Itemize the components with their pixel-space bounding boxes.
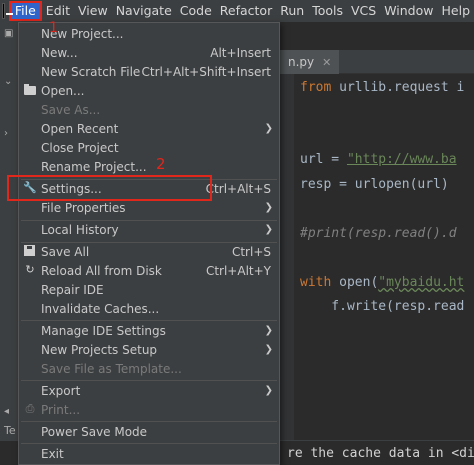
editor-tab-label: n.py bbox=[288, 55, 315, 69]
code-text: open( bbox=[331, 275, 379, 290]
editor-gutter bbox=[280, 74, 294, 440]
console-text: re the cache data in <di bbox=[287, 446, 474, 461]
menu-tools[interactable]: Tools bbox=[308, 1, 347, 21]
menu-item-local-history[interactable]: Local History ❯ bbox=[19, 220, 279, 240]
menu-file[interactable]: File bbox=[8, 1, 42, 21]
menu-run[interactable]: Run bbox=[276, 1, 308, 21]
code-line: from urllib.request i bbox=[300, 80, 464, 95]
menu-item-reload-all[interactable]: ↻ Reload All from Disk Ctrl+Alt+Y bbox=[19, 261, 279, 281]
folder-icon bbox=[23, 83, 37, 97]
menu-item-save-all[interactable]: Save All Ctrl+S bbox=[19, 242, 279, 262]
step-2-annotation: 2 bbox=[156, 155, 166, 173]
keyword: with bbox=[300, 275, 332, 290]
menu-item-save-file-as-template: Save File as Template... bbox=[41, 362, 182, 376]
settings-highlight-box bbox=[7, 175, 212, 201]
menu-item-open[interactable]: Open... bbox=[19, 81, 279, 101]
menu-item-close-project[interactable]: Close Project bbox=[19, 138, 279, 158]
menu-item-new-project[interactable]: New Project... bbox=[19, 24, 279, 44]
menu-edit[interactable]: Edit bbox=[42, 1, 74, 21]
comment: #print(resp.read().d bbox=[300, 226, 457, 241]
chevron-right-icon: ❯ bbox=[264, 123, 273, 134]
menu-item-export[interactable]: Export ❯ bbox=[19, 381, 279, 401]
menu-item-new-scratch-file[interactable]: New Scratch File Ctrl+Alt+Shift+Insert bbox=[19, 62, 279, 82]
chevron-right-icon: ❯ bbox=[264, 224, 273, 235]
keyword: from bbox=[300, 80, 332, 95]
menu-item-manage-ide-settings[interactable]: Manage IDE Settings ❯ bbox=[19, 321, 279, 341]
code-line: f.write(resp.read bbox=[300, 299, 464, 314]
menu-navigate[interactable]: Navigate bbox=[112, 1, 176, 21]
chevron-right-icon: ❯ bbox=[264, 202, 273, 213]
left-tool-strip: ▣ ⌄ › ◂ bbox=[0, 22, 18, 465]
menu-item-new[interactable]: New... Alt+Insert bbox=[19, 43, 279, 63]
editor-tab-strip: n.py ✕ bbox=[280, 50, 474, 74]
menu-view[interactable]: View bbox=[74, 1, 112, 21]
reload-icon: ↻ bbox=[25, 263, 35, 276]
menu-item-power-save-mode[interactable]: Power Save Mode bbox=[19, 422, 279, 442]
code-text: url = bbox=[300, 152, 347, 167]
code-line: resp = urlopen(url) bbox=[300, 177, 449, 192]
menu-item-file-properties[interactable]: File Properties ❯ bbox=[19, 198, 279, 218]
tool-window-label[interactable]: Te bbox=[4, 424, 16, 437]
chevron-right-icon: ❯ bbox=[264, 344, 273, 355]
scroll-left-icon[interactable]: ◂ bbox=[4, 406, 9, 417]
menu-item-print: ⎙ Print... bbox=[19, 400, 279, 420]
menu-refactor[interactable]: Refactor bbox=[216, 1, 276, 21]
project-icon[interactable]: ▣ bbox=[4, 28, 13, 39]
step-1-annotation: 1 bbox=[49, 20, 58, 36]
string-literal: "http://www.ba bbox=[346, 152, 457, 167]
code-line: with open("mybaidu.ht bbox=[300, 275, 464, 290]
menu-item-repair-ide[interactable]: Repair IDE bbox=[19, 280, 279, 300]
string-literal: "mybaidu.ht bbox=[378, 275, 465, 290]
chevron-right-icon: ❯ bbox=[264, 385, 273, 396]
menu-item-new-projects-setup[interactable]: New Projects Setup ❯ bbox=[19, 340, 279, 360]
code-text: resp = urlopen(url) bbox=[300, 177, 449, 192]
code-line: #print(resp.read().d bbox=[300, 226, 457, 241]
menu-item-invalidate-caches[interactable]: Invalidate Caches... bbox=[19, 299, 279, 319]
editor-tab[interactable]: n.py ✕ bbox=[280, 50, 340, 74]
chevron-right-icon: ❯ bbox=[264, 325, 273, 336]
app-logo-icon bbox=[2, 3, 13, 19]
menu-item-rename-project[interactable]: Rename Project... bbox=[19, 157, 279, 177]
menu-item-open-recent[interactable]: Open Recent ❯ bbox=[19, 119, 279, 139]
menu-bar: File Edit View Navigate Code Refactor Ru… bbox=[0, 0, 474, 22]
close-icon[interactable]: ✕ bbox=[322, 56, 331, 69]
menu-vcs[interactable]: VCS bbox=[347, 1, 380, 21]
printer-icon: ⎙ bbox=[25, 402, 35, 415]
menu-code[interactable]: Code bbox=[176, 1, 216, 21]
menu-window[interactable]: Window bbox=[380, 1, 437, 21]
chevron-right-icon[interactable]: › bbox=[4, 128, 8, 139]
code-line: url = "http://www.ba bbox=[300, 152, 457, 167]
file-menu-dropdown: New Project... New... Alt+Insert New Scra… bbox=[18, 22, 280, 465]
save-disk-icon bbox=[23, 244, 37, 258]
chevron-down-icon[interactable]: ⌄ bbox=[4, 76, 12, 87]
menu-help[interactable]: Help bbox=[438, 1, 474, 21]
code-text: f.write(resp.read bbox=[300, 299, 465, 314]
menu-item-save-as: Save As... bbox=[41, 103, 101, 117]
menu-item-exit[interactable]: Exit bbox=[19, 444, 279, 464]
code-editor[interactable]: from urllib.request i url = "http://www.… bbox=[294, 74, 474, 440]
code-text: urllib.request i bbox=[331, 80, 465, 95]
